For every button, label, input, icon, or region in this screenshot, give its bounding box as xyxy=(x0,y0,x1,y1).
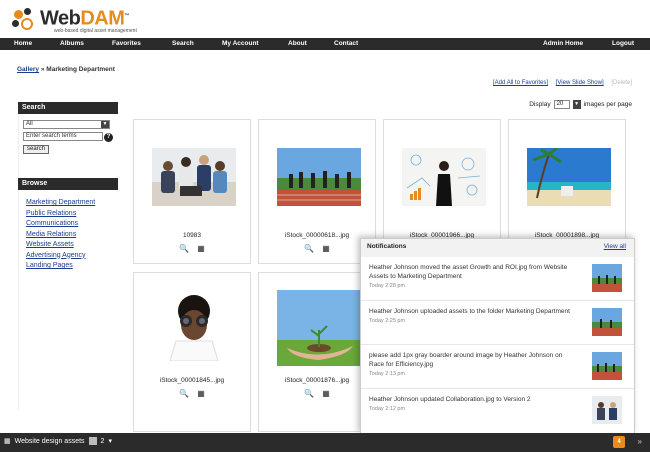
nav-favorites[interactable]: Favorites xyxy=(112,40,141,47)
notification-item[interactable]: please add 1px gray boarder around image… xyxy=(361,345,634,389)
notification-item[interactable]: Heather Johnson updated Collaboration.jp… xyxy=(361,389,634,433)
search-button[interactable]: search xyxy=(23,145,49,154)
grid-view-icon[interactable]: ▦ xyxy=(4,437,11,445)
asset-card[interactable]: iStock_00001845...jpg 🔍 ▦ xyxy=(133,272,251,432)
notification-item[interactable]: Heather Johnson uploaded assets to the f… xyxy=(361,301,634,345)
asset-name: iStock_00000618...jpg xyxy=(284,232,350,239)
browse-item-website-assets[interactable]: Website Assets xyxy=(26,240,111,251)
chevron-down-icon[interactable]: ▼ xyxy=(101,121,109,128)
nav-about[interactable]: About xyxy=(288,40,307,47)
nav-search[interactable]: Search xyxy=(172,40,194,47)
browse-item-marketing-department[interactable]: Marketing Department xyxy=(26,198,111,209)
asset-name: iStock_00001876...jpg xyxy=(284,377,350,384)
browse-item-public-relations[interactable]: Public Relations xyxy=(26,209,111,220)
asset-card[interactable]: 10983 🔍 ▦ xyxy=(133,119,251,264)
zoom-icon[interactable]: 🔍 xyxy=(304,244,314,253)
view-all-link[interactable]: View all xyxy=(604,243,626,250)
breadcrumb: Gallery » Marketing Department xyxy=(17,66,115,73)
sidebar: Search All ▼ Enter search terms ? search… xyxy=(18,102,118,410)
asset-thumbnail[interactable] xyxy=(402,148,486,206)
display-suffix: images per page xyxy=(583,101,632,108)
zoom-icon[interactable]: 🔍 xyxy=(179,389,189,398)
asset-name: iStock_00001845...jpg xyxy=(159,377,225,384)
search-heading: Search xyxy=(18,102,118,114)
header: WebDAM™ web-based digital asset manageme… xyxy=(0,0,650,38)
grid-icon[interactable]: ▦ xyxy=(197,244,205,253)
bottom-toolbar: ▦ Website design assets 2 ▾ 4 » xyxy=(0,433,650,452)
notification-message: Heather Johnson uploaded assets to the f… xyxy=(369,308,570,315)
notification-time: Today 2:13 pm xyxy=(369,371,406,377)
search-input[interactable]: Enter search terms xyxy=(23,132,103,141)
notification-thumbnail[interactable] xyxy=(592,264,622,292)
nav-albums[interactable]: Albums xyxy=(60,40,84,47)
nav-logout[interactable]: Logout xyxy=(612,40,634,47)
asset-card[interactable]: iStock_00001876...jpg 🔍 ▦ xyxy=(258,272,376,432)
per-page-select[interactable]: 20 xyxy=(553,100,570,109)
zoom-icon[interactable]: 🔍 xyxy=(304,389,314,398)
logo-dam-text: DAM xyxy=(80,7,125,30)
nav-home[interactable]: Home xyxy=(14,40,32,47)
chevron-down-icon[interactable]: ▾ xyxy=(108,437,112,445)
display-label: Display xyxy=(529,101,551,108)
search-scope-value: All xyxy=(26,121,33,127)
nav-admin-home[interactable]: Admin Home xyxy=(543,40,583,47)
display-per-page: Display 20 ▼ images per page xyxy=(529,100,632,109)
disabled-action-link: [Delete] xyxy=(611,80,632,86)
logo-tagline: web-based digital asset management xyxy=(54,27,137,34)
asset-thumbnail[interactable] xyxy=(277,148,361,206)
asset-card[interactable]: iStock_00000618...jpg 🔍 ▦ xyxy=(258,119,376,264)
lightbox-toggle[interactable] xyxy=(88,437,97,445)
notification-time: Today 2:12 pm xyxy=(369,406,406,412)
browse-list: Marketing Department Public Relations Co… xyxy=(18,190,118,410)
notification-message: Heather Johnson updated Collaboration.jp… xyxy=(369,396,531,403)
notifications-panel: Notifications View all Heather Johnson m… xyxy=(360,238,635,434)
asset-thumbnail[interactable] xyxy=(152,293,236,361)
asset-name: 10983 xyxy=(182,232,202,239)
notification-time: Today 2:28 pm xyxy=(369,283,406,289)
notification-thumbnail[interactable] xyxy=(592,396,622,424)
logo-web-text: Web xyxy=(40,7,81,30)
notification-item[interactable]: Heather Johnson moved the asset Growth a… xyxy=(361,257,634,301)
webdam-logo[interactable]: WebDAM™ web-based digital asset manageme… xyxy=(12,6,137,34)
grid-icon[interactable]: ▦ xyxy=(197,389,205,398)
browse-heading: Browse xyxy=(18,178,118,190)
notification-badge[interactable]: 4 xyxy=(613,436,625,448)
breadcrumb-current: Marketing Department xyxy=(46,66,115,73)
browse-item-media-relations[interactable]: Media Relations xyxy=(26,230,111,241)
asset-thumbnail[interactable] xyxy=(527,148,611,206)
notification-thumbnail[interactable] xyxy=(592,352,622,380)
help-icon[interactable]: ? xyxy=(104,133,113,142)
chevron-down-icon[interactable]: ▼ xyxy=(572,100,581,109)
lightbox-count: 2 xyxy=(100,437,105,445)
browse-item-landing-pages[interactable]: Landing Pages xyxy=(26,261,111,272)
gallery-actions: [Add All to Favorites] [View Slide Show]… xyxy=(487,80,632,86)
breadcrumb-gallery-link[interactable]: Gallery xyxy=(17,66,39,73)
notifications-header: Notifications View all xyxy=(361,239,634,257)
grid-icon[interactable]: ▦ xyxy=(322,244,330,253)
zoom-icon[interactable]: 🔍 xyxy=(179,244,189,253)
notification-thumbnail[interactable] xyxy=(592,308,622,336)
search-panel: All ▼ Enter search terms ? search xyxy=(18,114,118,178)
main-nav: Home Albums Favorites Search My Account … xyxy=(0,38,650,50)
notifications-title: Notifications xyxy=(367,243,407,250)
notification-time: Today 2:25 pm xyxy=(369,318,406,324)
breadcrumb-separator: » xyxy=(40,66,45,73)
view-slide-show-link[interactable]: [View Slide Show] xyxy=(556,80,604,86)
browse-item-communications[interactable]: Communications xyxy=(26,219,111,230)
logo-mark-icon xyxy=(12,7,38,32)
search-scope-select[interactable]: All ▼ xyxy=(23,120,110,129)
nav-contact[interactable]: Contact xyxy=(334,40,358,47)
nav-my-account[interactable]: My Account xyxy=(222,40,259,47)
notification-message: Heather Johnson moved the asset Growth a… xyxy=(369,264,568,280)
lightbox-label[interactable]: Website design assets xyxy=(15,438,85,445)
grid-icon[interactable]: ▦ xyxy=(322,389,330,398)
browse-item-advertising-agency[interactable]: Advertising Agency xyxy=(26,251,111,262)
notification-message: please add 1px gray boarder around image… xyxy=(369,352,563,368)
asset-thumbnail[interactable] xyxy=(152,148,236,206)
add-all-favorites-link[interactable]: [Add All to Favorites] xyxy=(493,80,548,86)
expand-arrow-icon[interactable]: » xyxy=(638,437,642,446)
asset-thumbnail[interactable] xyxy=(277,290,361,366)
